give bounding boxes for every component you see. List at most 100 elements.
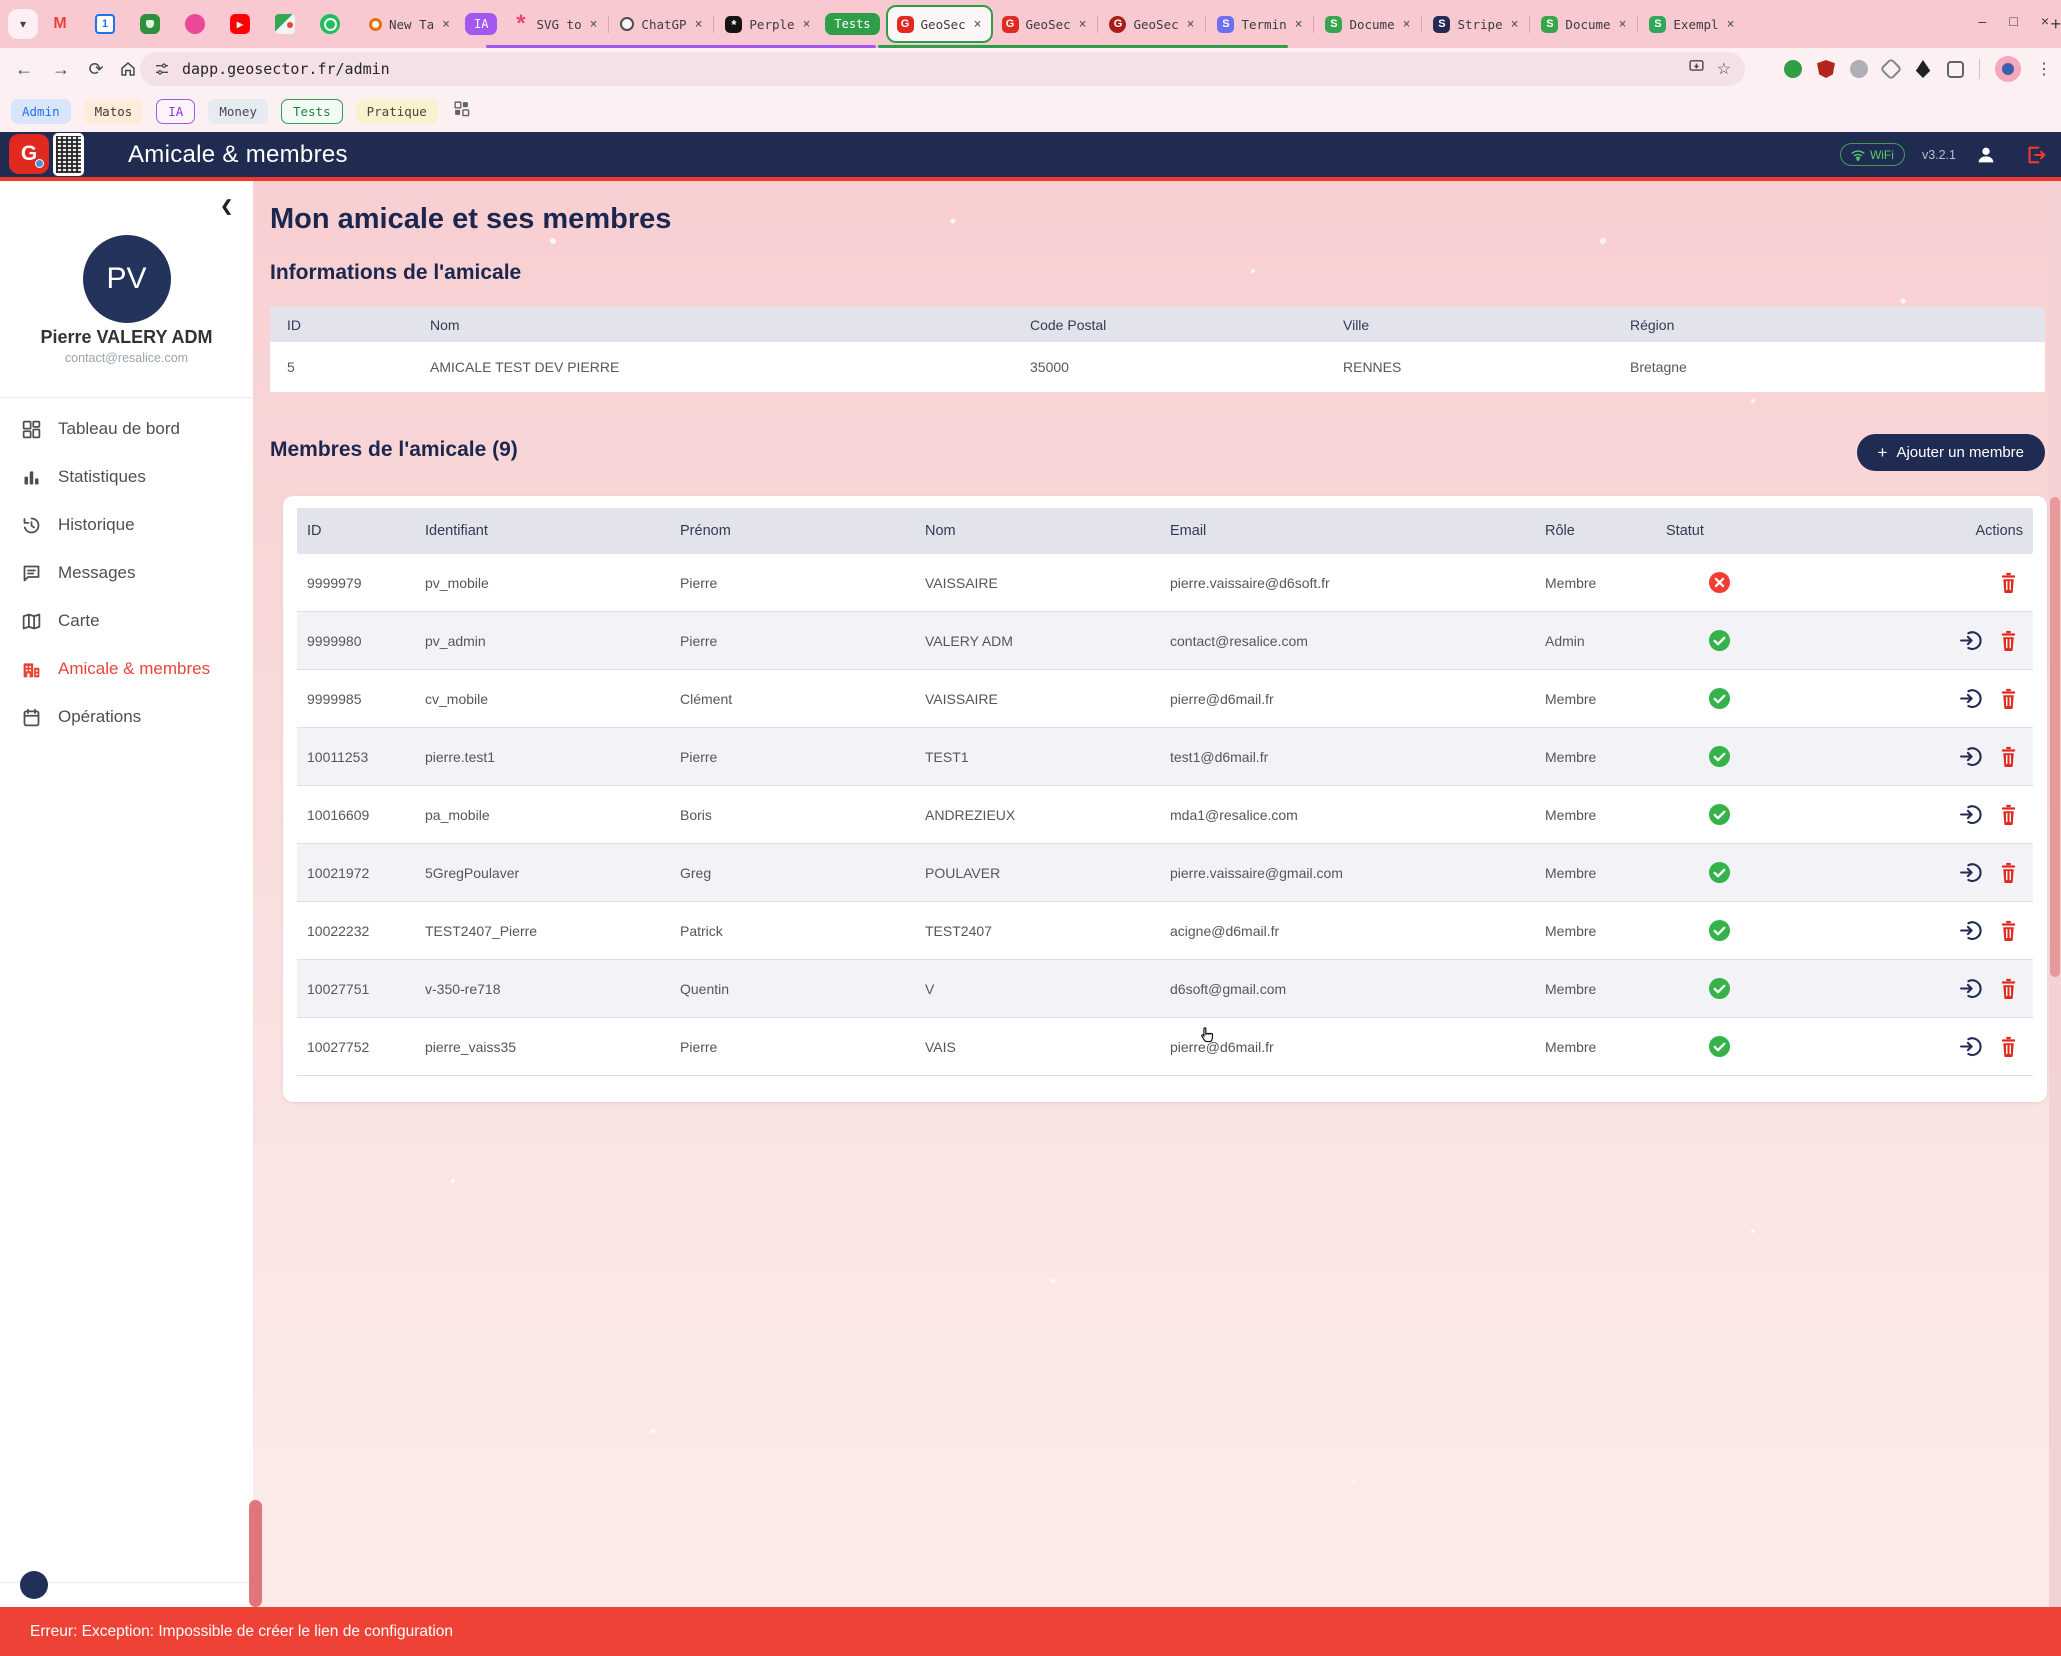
tab-close-icon[interactable]: × <box>1079 17 1087 32</box>
user-account-icon[interactable] <box>1975 144 1997 166</box>
impersonate-button[interactable] <box>1958 976 1983 1001</box>
browser-tab-docume[interactable]: SDocume× <box>1532 7 1635 41</box>
install-app-icon[interactable] <box>1688 58 1705 80</box>
sidebar-item-historique[interactable]: Historique <box>0 501 253 549</box>
tab-close-icon[interactable]: × <box>1511 17 1519 32</box>
sidebar-item-op-rations[interactable]: Opérations <box>0 693 253 741</box>
tab-group-label-ia[interactable]: IA <box>465 13 497 35</box>
browser-tab-geosec[interactable]: GGeoSec× <box>993 7 1096 41</box>
impersonate-button[interactable] <box>1958 918 1983 943</box>
delete-button[interactable] <box>1998 977 2019 1000</box>
pink-app-favicon-icon[interactable] <box>185 14 205 34</box>
tab-close-icon[interactable]: × <box>695 17 703 32</box>
extension-pen-icon[interactable] <box>1914 60 1932 78</box>
logout-icon[interactable] <box>2025 144 2047 166</box>
tab-close-icon[interactable]: × <box>1403 17 1411 32</box>
browser-tab-docume[interactable]: SDocume× <box>1316 7 1419 41</box>
youtube-favicon-icon[interactable]: ▶ <box>230 14 250 34</box>
app-logo[interactable]: G <box>9 134 49 174</box>
maps-favicon-icon[interactable] <box>275 14 295 34</box>
delete-button[interactable] <box>1998 919 2019 942</box>
impersonate-button[interactable] <box>1958 628 1983 653</box>
gmail-favicon-icon[interactable]: M <box>50 14 70 34</box>
bookmark-star-icon[interactable]: ☆ <box>1717 59 1731 79</box>
sidebar-item-messages[interactable]: Messages <box>0 549 253 597</box>
delete-button[interactable] <box>1998 571 2019 594</box>
forward-button[interactable]: → <box>43 48 79 90</box>
site-settings-icon[interactable] <box>154 61 170 77</box>
impersonate-button[interactable] <box>1958 860 1983 885</box>
browser-tab-perple[interactable]: *Perple× <box>716 7 819 41</box>
new-tab-button[interactable]: + <box>2050 14 2061 35</box>
tab-close-icon[interactable]: × <box>590 17 598 32</box>
calendar-favicon-icon[interactable]: 1 <box>95 14 115 34</box>
table-row: 9999985cv_mobileClémentVAISSAIREpierre@d… <box>297 670 2033 728</box>
info-col-header: ID <box>287 317 430 333</box>
tab-close-icon[interactable]: × <box>442 17 450 32</box>
minimize-button[interactable]: – <box>1979 13 1987 29</box>
browser-tab-termin[interactable]: STermin× <box>1208 7 1311 41</box>
delete-button[interactable] <box>1998 861 2019 884</box>
extension-green-icon[interactable] <box>1784 60 1802 78</box>
tab-close-icon[interactable]: × <box>803 17 811 32</box>
browser-tab-stripe[interactable]: SStripe× <box>1424 7 1527 41</box>
bookmark-admin[interactable]: Admin <box>11 99 71 124</box>
whatsapp-favicon-icon[interactable] <box>320 14 340 34</box>
reload-button[interactable]: ⟳ <box>78 48 114 90</box>
sidebar-item-tableau-de-bord[interactable]: Tableau de bord <box>0 405 253 453</box>
browser-tab-chatgp[interactable]: ChatGP× <box>611 7 711 41</box>
close-window-button[interactable]: × <box>2041 13 2049 29</box>
extension-gray-icon[interactable] <box>1850 60 1868 78</box>
tab-close-icon[interactable]: × <box>1187 17 1195 32</box>
cell-prenom: Pierre <box>680 1039 925 1055</box>
impersonate-button[interactable] <box>1958 802 1983 827</box>
browser-tab-exempl[interactable]: SExempl× <box>1640 7 1743 41</box>
sidebar-item-carte[interactable]: Carte <box>0 597 253 645</box>
sidebar-bottom-button[interactable] <box>20 1571 48 1599</box>
sidebar-item-statistiques[interactable]: Statistiques <box>0 453 253 501</box>
delete-button[interactable] <box>1998 803 2019 826</box>
browser-menu-icon[interactable]: ⋮ <box>2036 59 2053 79</box>
tab-close-icon[interactable]: × <box>974 17 982 32</box>
page-scrollbar[interactable] <box>2049 181 2061 1607</box>
browser-tab-geosec[interactable]: GGeoSec× <box>886 5 993 43</box>
favicon-chatgpt-icon <box>620 17 634 31</box>
maximize-button[interactable]: □ <box>2009 13 2017 29</box>
browser-tab-new-ta[interactable]: New Ta× <box>360 7 459 41</box>
delete-button[interactable] <box>1998 629 2019 652</box>
extension-diamond-icon[interactable] <box>1880 58 1903 81</box>
url-bar[interactable]: dapp.geosector.fr/admin ☆ <box>140 52 1745 86</box>
sidebar-collapse-chevron-icon[interactable]: ❮ <box>220 197 233 215</box>
sidebar-scrollbar-thumb[interactable] <box>249 1500 262 1607</box>
scrollbar-thumb[interactable] <box>2050 497 2060 977</box>
extension-shield-icon[interactable] <box>1817 60 1835 78</box>
add-member-button[interactable]: + Ajouter un membre <box>1857 434 2046 471</box>
url-text[interactable]: dapp.geosector.fr/admin <box>182 60 1676 78</box>
bookmark-matos[interactable]: Matos <box>84 99 144 124</box>
delete-button[interactable] <box>1998 687 2019 710</box>
impersonate-button[interactable] <box>1958 1034 1983 1059</box>
bookmark-ia[interactable]: IA <box>156 99 195 124</box>
tab-title: GeoSec <box>921 17 966 32</box>
bookmark-money[interactable]: Money <box>208 99 268 124</box>
tab-group-label-tests[interactable]: Tests <box>825 13 879 35</box>
tab-close-icon[interactable]: × <box>1727 17 1735 32</box>
profile-avatar[interactable] <box>1995 56 2021 82</box>
bookmarks-grid-icon[interactable] <box>453 100 470 122</box>
tab-close-icon[interactable]: × <box>1619 17 1627 32</box>
tab-search-chevron-icon[interactable]: ▾ <box>8 9 38 39</box>
teacup-favicon-icon[interactable] <box>140 14 160 34</box>
sidebar-item-amicale-membres[interactable]: Amicale & membres <box>0 645 253 693</box>
delete-button[interactable] <box>1998 1035 2019 1058</box>
tab-divider <box>1421 16 1422 33</box>
extensions-puzzle-icon[interactable] <box>1947 61 1964 78</box>
impersonate-button[interactable] <box>1958 686 1983 711</box>
back-button[interactable]: ← <box>6 48 42 90</box>
bookmark-pratique[interactable]: Pratique <box>356 99 438 124</box>
impersonate-button[interactable] <box>1958 744 1983 769</box>
browser-tab-geosec[interactable]: GGeoSec× <box>1100 7 1203 41</box>
delete-button[interactable] <box>1998 745 2019 768</box>
browser-tab-svg-to[interactable]: *SVG to× <box>503 7 606 41</box>
tab-close-icon[interactable]: × <box>1295 17 1303 32</box>
bookmark-tests[interactable]: Tests <box>281 99 343 124</box>
